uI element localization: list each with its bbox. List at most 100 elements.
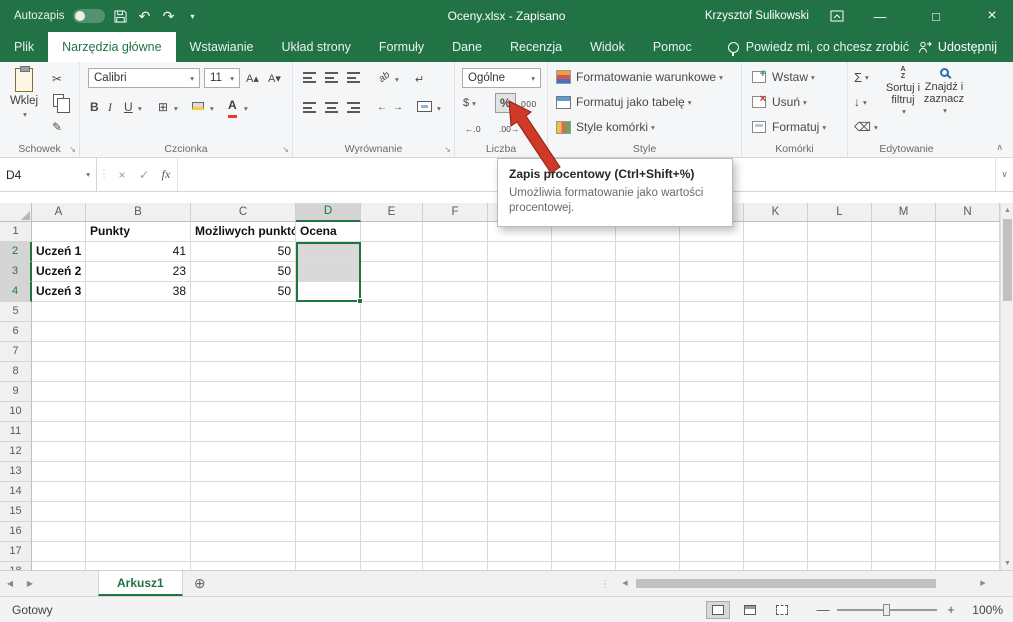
align-bottom-button[interactable] [347,72,360,83]
align-right-button[interactable] [347,102,360,113]
cell-N11[interactable] [936,422,1000,442]
cell-D13[interactable] [296,462,361,482]
cell-D5[interactable] [296,302,361,322]
cell-J14[interactable] [680,482,744,502]
next-sheet-icon[interactable]: ▶ [20,571,40,596]
fill-button[interactable]: ↓ ▾ [854,93,867,111]
cell-D8[interactable] [296,362,361,382]
cell-E13[interactable] [361,462,423,482]
cell-K6[interactable] [744,322,808,342]
cell-D3[interactable] [296,262,361,282]
formula-bar-splitter[interactable]: ⋮ [97,158,111,191]
cell-D12[interactable] [296,442,361,462]
cell-K17[interactable] [744,542,808,562]
cell-E8[interactable] [361,362,423,382]
cell-K12[interactable] [744,442,808,462]
cell-M2[interactable] [872,242,936,262]
cell-C17[interactable] [191,542,296,562]
find-select-button[interactable]: Znajdź i zaznacz ▾ [924,66,964,117]
cell-D10[interactable] [296,402,361,422]
cell-M9[interactable] [872,382,936,402]
column-header-D[interactable]: D [296,203,361,222]
cell-L10[interactable] [808,402,872,422]
merge-center-button[interactable] [417,101,432,112]
row-header-18[interactable]: 18 [0,562,32,570]
cell-A8[interactable] [32,362,86,382]
cell-J13[interactable] [680,462,744,482]
align-top-button[interactable] [303,72,316,83]
cell-H16[interactable] [552,522,616,542]
normal-view-button[interactable] [706,601,730,619]
paste-button[interactable]: Wklej ▾ [4,66,44,138]
customize-qat-caret-icon[interactable]: ▾ [185,5,201,27]
vertical-scroll-thumb[interactable] [1003,219,1012,301]
cancel-button[interactable]: × [111,158,133,191]
cell-J3[interactable] [680,262,744,282]
cell-B1[interactable]: Punkty [86,222,191,242]
format-painter-button[interactable]: ✎ [52,118,62,136]
cell-B18[interactable] [86,562,191,570]
cell-B14[interactable] [86,482,191,502]
cell-H17[interactable] [552,542,616,562]
cell-C12[interactable] [191,442,296,462]
tab-widok[interactable]: Widok [576,32,639,62]
name-box[interactable]: D4 ▾ [0,158,97,191]
cell-M3[interactable] [872,262,936,282]
cell-L15[interactable] [808,502,872,522]
cell-G7[interactable] [488,342,552,362]
cell-A10[interactable] [32,402,86,422]
sheet-tab-arkusz1[interactable]: Arkusz1 [98,571,183,596]
save-button[interactable] [113,5,129,27]
number-format-select[interactable]: Ogólne ▾ [462,68,541,88]
cell-L7[interactable] [808,342,872,362]
clipboard-dialog-launcher-icon[interactable]: ↘ [69,145,76,154]
percent-style-button[interactable]: % [495,93,516,113]
decrease-decimal-button[interactable]: .00→ [499,120,519,138]
row-header-11[interactable]: 11 [0,422,32,442]
cell-A16[interactable] [32,522,86,542]
column-header-M[interactable]: M [872,203,936,222]
cell-B6[interactable] [86,322,191,342]
maximize-button[interactable]: □ [915,0,957,32]
cell-N1[interactable] [936,222,1000,242]
row-header-13[interactable]: 13 [0,462,32,482]
cell-N15[interactable] [936,502,1000,522]
tab-narzedzia-glowne[interactable]: Narzędzia główne [48,32,175,62]
cell-J7[interactable] [680,342,744,362]
cell-F5[interactable] [423,302,488,322]
align-center-button[interactable] [325,102,338,113]
cell-J16[interactable] [680,522,744,542]
cell-F10[interactable] [423,402,488,422]
cell-G5[interactable] [488,302,552,322]
italic-button[interactable]: I [108,98,112,116]
orientation-caret-icon[interactable]: ▾ [395,75,399,84]
cell-M18[interactable] [872,562,936,570]
cell-A12[interactable] [32,442,86,462]
sort-filter-button[interactable]: A Z Sortuj i filtruj ▾ [882,66,924,118]
cell-D2[interactable] [296,242,361,262]
cell-C4[interactable]: 50 [191,282,296,302]
cell-C11[interactable] [191,422,296,442]
cell-A18[interactable] [32,562,86,570]
zoom-slider-thumb[interactable] [883,604,890,616]
cell-E6[interactable] [361,322,423,342]
cell-L17[interactable] [808,542,872,562]
row-header-6[interactable]: 6 [0,322,32,342]
cell-L11[interactable] [808,422,872,442]
cell-N17[interactable] [936,542,1000,562]
font-size-select[interactable]: 11 ▾ [204,68,240,88]
cell-F4[interactable] [423,282,488,302]
tab-formuly[interactable]: Formuły [365,32,438,62]
cell-D6[interactable] [296,322,361,342]
underline-button[interactable]: U [124,98,133,116]
cell-H5[interactable] [552,302,616,322]
cell-K10[interactable] [744,402,808,422]
scroll-up-icon[interactable]: ▲ [1001,203,1013,217]
cell-I11[interactable] [616,422,680,442]
cell-D14[interactable] [296,482,361,502]
cell-H6[interactable] [552,322,616,342]
cell-A17[interactable] [32,542,86,562]
cell-F13[interactable] [423,462,488,482]
cell-C10[interactable] [191,402,296,422]
cell-F2[interactable] [423,242,488,262]
